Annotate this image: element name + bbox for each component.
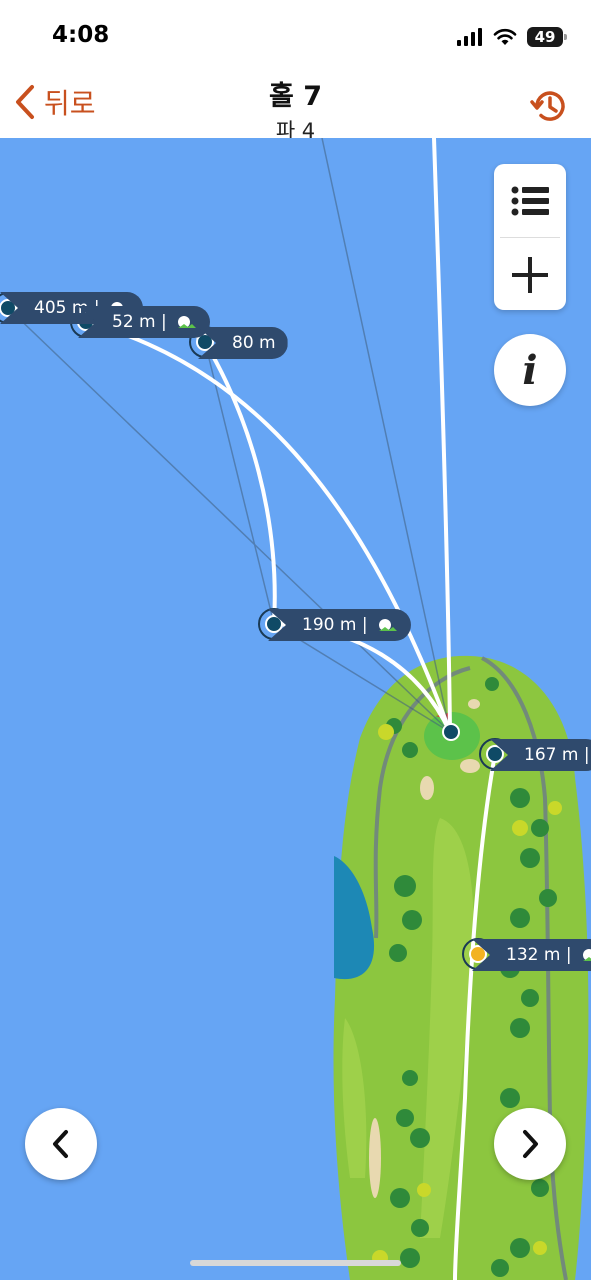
chevron-right-icon [523, 1130, 538, 1158]
golf-ball-lie-icon [178, 316, 197, 328]
previous-hole-button[interactable] [25, 1108, 97, 1180]
chevron-left-icon [53, 1130, 68, 1158]
cellular-signal-icon [457, 28, 482, 46]
distance-text: 167 m | [524, 745, 590, 765]
history-icon[interactable] [529, 86, 569, 126]
status-icons: 49 [457, 24, 567, 50]
info-button[interactable]: i [494, 334, 566, 406]
zoom-in-button[interactable] [494, 238, 566, 311]
home-indicator[interactable] [190, 1260, 401, 1266]
distance-label-shot-2[interactable]: 52 m | [78, 306, 211, 338]
back-button[interactable]: 뒤로 [12, 82, 96, 122]
map-control-group [494, 164, 566, 310]
plus-icon [512, 256, 548, 293]
hole-pin-marker[interactable] [442, 723, 460, 741]
info-icon: i [522, 346, 538, 394]
battery-icon: 49 [527, 27, 567, 47]
chevron-left-icon [16, 85, 34, 119]
navigation-bar: 홀 7 파 4 뒤로 [0, 72, 591, 143]
list-button[interactable] [494, 164, 566, 237]
status-bar: 4:08 49 [0, 0, 591, 72]
distance-text: 132 m | [506, 945, 572, 965]
distance-text: 52 m | [112, 312, 167, 332]
next-hole-button[interactable] [494, 1108, 566, 1180]
distance-text: 190 m | [302, 615, 368, 635]
course-map[interactable]: 405 m | 52 m | 80 m 190 m | 167 m | 132 … [0, 138, 591, 1280]
wifi-icon [493, 28, 517, 45]
list-icon [511, 186, 549, 215]
distance-label-shot-4[interactable]: 190 m | [268, 609, 411, 641]
golf-ball-lie-icon [582, 949, 591, 961]
golf-ball-lie-icon [378, 619, 397, 631]
distance-text: 80 m [232, 333, 276, 353]
back-label: 뒤로 [44, 87, 96, 120]
status-time: 4:08 [52, 22, 110, 48]
